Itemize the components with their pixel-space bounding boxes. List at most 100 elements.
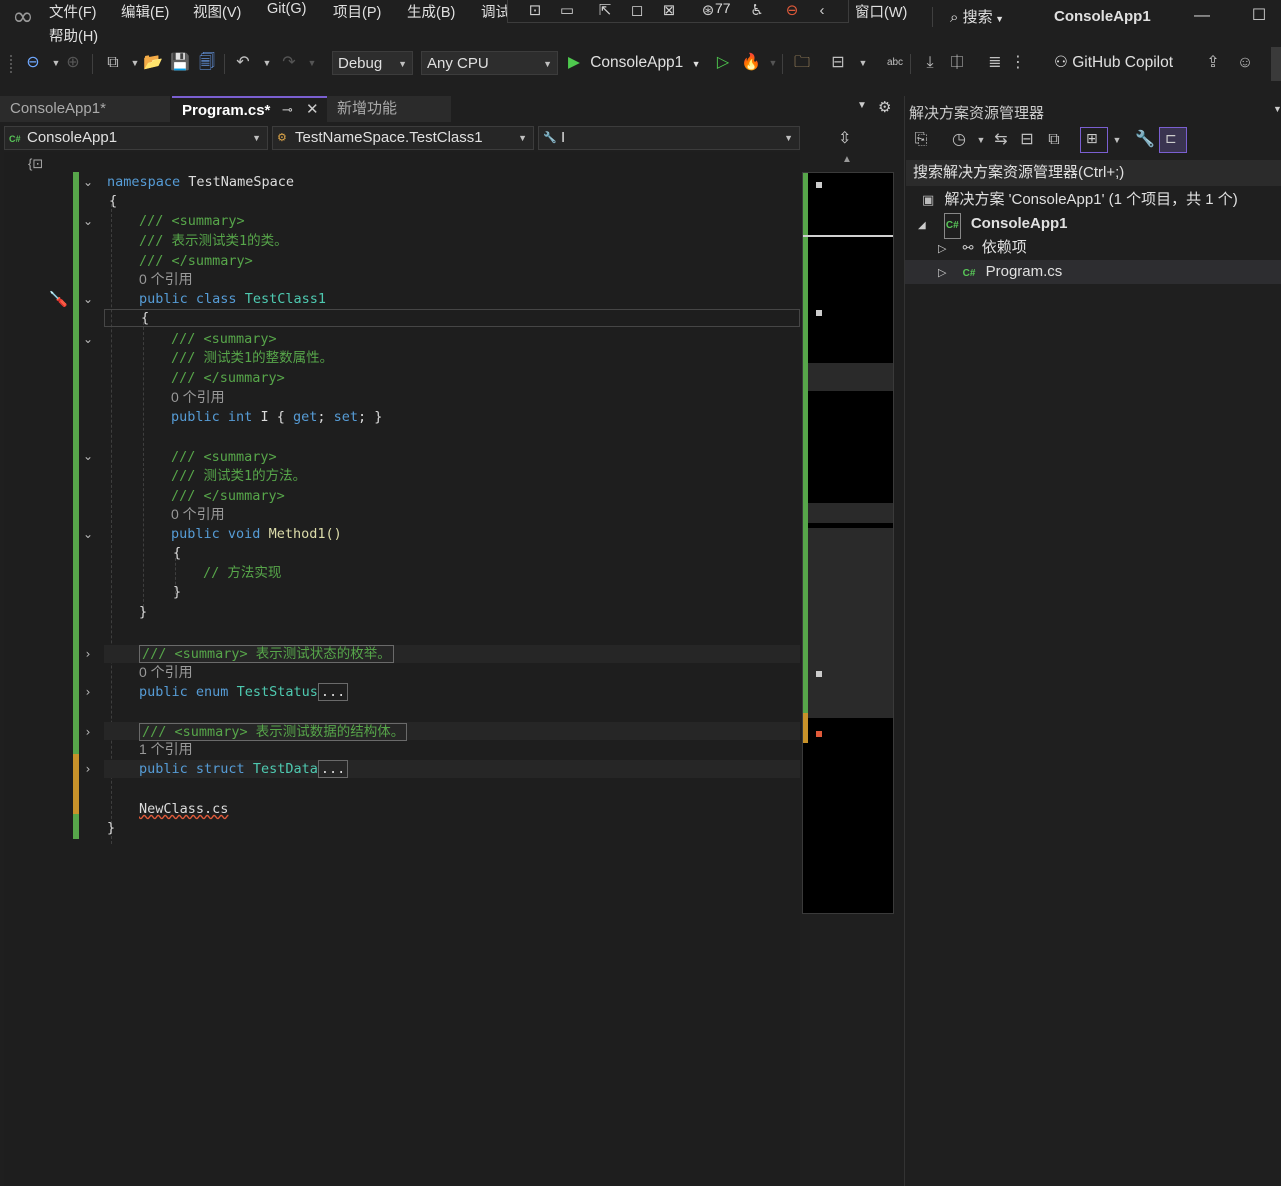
save-icon[interactable]: 💾 <box>169 52 191 74</box>
tab-consoleapp1[interactable]: ConsoleApp1* <box>0 96 170 122</box>
accessibility-icon[interactable]: ♿ <box>747 1 767 21</box>
track-focus-icon[interactable]: ⊠ <box>659 1 679 21</box>
fold-toggle-icon[interactable]: ⌄ <box>81 292 95 306</box>
chevron-down-icon[interactable]: ▼ <box>256 52 278 74</box>
step-into-icon[interactable]: ⤓ <box>919 52 941 74</box>
menu-view[interactable]: 视图(V) <box>193 1 241 21</box>
expand-toggle-icon[interactable]: › <box>81 685 95 699</box>
menu-debug[interactable]: 调试 <box>481 1 510 21</box>
menu-build[interactable]: 生成(B) <box>407 1 455 21</box>
codelens-references[interactable]: 1 个引用 <box>139 740 193 758</box>
chevron-down-icon[interactable]: ▼ <box>1106 129 1128 151</box>
view-options-button[interactable]: ⊞ <box>1080 127 1108 153</box>
chevron-down-icon[interactable]: ▼ <box>762 52 784 74</box>
record-icon[interactable]: ▭ <box>557 1 577 21</box>
hot-reload-icon[interactable]: 🔥 <box>740 52 762 74</box>
menu-project[interactable]: 项目(P) <box>333 1 381 21</box>
properties-wrench-icon[interactable]: 🔧 <box>1134 129 1156 151</box>
tab-new-features[interactable]: 新增功能 <box>327 96 451 122</box>
menu-window[interactable]: 窗口(W) <box>855 1 907 21</box>
member-dropdown[interactable]: 🔧 I ▼ <box>538 126 800 150</box>
indent-icon[interactable]: ≣ <box>984 52 1006 74</box>
layout-icon[interactable]: ⊟ <box>827 52 849 74</box>
share-icon[interactable]: ⇪ <box>1202 52 1224 74</box>
github-copilot-button[interactable]: ⚇ GitHub Copilot <box>1054 52 1173 74</box>
solution-search-input[interactable]: 搜索解决方案资源管理器(Ctrl+;) <box>906 160 1281 186</box>
navigate-back-icon[interactable]: ⊖ <box>22 52 44 74</box>
configuration-dropdown[interactable]: Debug ▼ <box>332 51 413 75</box>
show-all-files-icon[interactable]: ⧉ <box>1043 129 1065 151</box>
compare-icon[interactable]: ⎅ <box>946 52 968 74</box>
tree-item-dependencies[interactable]: ▷ ⚯ 依赖项 <box>938 236 1027 260</box>
collapse-all-icon[interactable]: ⊟ <box>1016 129 1038 151</box>
chevron-down-icon[interactable]: ▼ <box>301 52 323 74</box>
open-folder-icon[interactable]: 📂 <box>142 52 164 74</box>
toolbar-grip[interactable] <box>10 55 15 73</box>
minimap-scrollbar[interactable] <box>802 172 894 914</box>
chevron-down-icon[interactable]: ▼ <box>970 129 992 151</box>
redo-icon[interactable]: ↷ <box>278 52 300 74</box>
collapsed-doc-comment[interactable]: /// <summary> 表示测试数据的结构体。 <box>139 722 408 742</box>
expand-toggle-icon[interactable]: › <box>81 762 95 776</box>
close-icon[interactable]: ✕ <box>306 97 319 123</box>
navigate-forward-icon[interactable]: ⊕ <box>62 52 84 74</box>
tab-list-dropdown-icon[interactable]: ▼ <box>857 100 867 111</box>
codelens-references[interactable]: 0 个引用 <box>139 270 193 288</box>
undo-icon[interactable]: ↶ <box>232 52 254 74</box>
platform-dropdown[interactable]: Any CPU ▼ <box>421 51 558 75</box>
tree-item-project[interactable]: ◢ C# ConsoleApp1 <box>918 212 1068 239</box>
fold-toggle-icon[interactable]: ⌄ <box>81 175 95 189</box>
code-editor[interactable]: {⊡ 🪛 ⌄ ⌄ ⌄ ⌄ ⌄ ⌄ › › › › namespace TestN… <box>4 152 800 1186</box>
collapsed-arrow-icon[interactable]: ▷ <box>938 267 946 279</box>
feedback-icon[interactable]: ☺ <box>1234 52 1256 74</box>
switch-views-icon[interactable]: ⎘ <box>910 129 932 151</box>
capture-icon[interactable]: ⊡ <box>525 1 545 21</box>
menu-edit[interactable]: 编辑(E) <box>121 1 169 21</box>
pending-changes-icon[interactable]: ◷ <box>948 129 970 151</box>
collapsed-doc-comment[interactable]: /// <summary> 表示测试状态的枚举。 <box>139 644 394 664</box>
gear-icon[interactable]: ⚙ <box>878 98 891 116</box>
panel-options-icon[interactable]: ▼ <box>1273 104 1281 114</box>
browse-folder-icon[interactable]: 🗀 <box>791 52 813 74</box>
spell-check-icon[interactable]: abc <box>884 52 906 74</box>
collapsed-arrow-icon[interactable]: ▷ <box>938 243 946 255</box>
codelens-references[interactable]: 0 个引用 <box>171 505 225 523</box>
fold-toggle-icon[interactable]: ⌄ <box>81 332 95 346</box>
display-layout-icon[interactable]: ◻ <box>627 1 647 21</box>
expand-toggle-icon[interactable]: › <box>81 725 95 739</box>
minimize-button[interactable]: — <box>1190 4 1214 28</box>
search-box[interactable]: ⌕ 搜索 ▼ <box>950 6 1004 27</box>
preview-button[interactable]: ⊏ <box>1159 127 1187 153</box>
codelens-references[interactable]: 0 个引用 <box>139 663 193 681</box>
fold-toggle-icon[interactable]: ⌄ <box>81 449 95 463</box>
error-squiggle-text[interactable]: NewClass.cs <box>139 799 228 819</box>
codelens-references[interactable]: 0 个引用 <box>171 388 225 406</box>
menu-git[interactable]: Git(G) <box>267 1 306 19</box>
fold-toggle-icon[interactable]: ⌄ <box>81 214 95 228</box>
start-debugging-button[interactable]: ▶ ConsoleApp1 ▼ <box>568 52 701 74</box>
toolbar-overflow[interactable] <box>1271 47 1281 81</box>
menu-file[interactable]: 文件(F) <box>49 1 97 21</box>
split-window-icon[interactable]: ⇳ <box>838 128 851 148</box>
type-dropdown[interactable]: ⚙ TestNameSpace.TestClass1 ▼ <box>272 126 534 150</box>
stop-icon[interactable]: ⊖ <box>782 1 802 21</box>
scroll-up-icon[interactable]: ▲ <box>842 154 852 165</box>
expand-toggle-icon[interactable]: › <box>81 647 95 661</box>
overflow-icon[interactable]: ⋮ <box>1007 52 1029 74</box>
collapsed-body[interactable]: ... <box>317 760 349 778</box>
maximize-button[interactable]: ☐ <box>1247 4 1271 28</box>
expanded-arrow-icon[interactable]: ◢ <box>918 220 926 231</box>
pin-icon[interactable]: ⊸ <box>282 97 293 123</box>
project-dropdown[interactable]: C# ConsoleApp1 ▼ <box>4 126 268 150</box>
new-project-icon[interactable]: ⧉ <box>102 52 124 74</box>
menu-help[interactable]: 帮助(H) <box>49 25 98 45</box>
save-all-icon[interactable]: 🗐 <box>196 52 218 74</box>
sync-icon[interactable]: ⇆ <box>990 129 1012 151</box>
fold-toggle-icon[interactable]: ⌄ <box>81 527 95 541</box>
collapsed-body[interactable]: ... <box>317 683 349 701</box>
tree-item-solution[interactable]: ▣ 解决方案 'ConsoleApp1' (1 个项目，共 1 个) <box>922 188 1238 212</box>
select-element-icon[interactable]: ⇱ <box>595 1 615 21</box>
chevron-down-icon[interactable]: ▼ <box>852 52 874 74</box>
quick-actions-icon[interactable]: 🪛 <box>49 290 68 308</box>
start-without-debugging-icon[interactable]: ▷ <box>712 52 734 74</box>
